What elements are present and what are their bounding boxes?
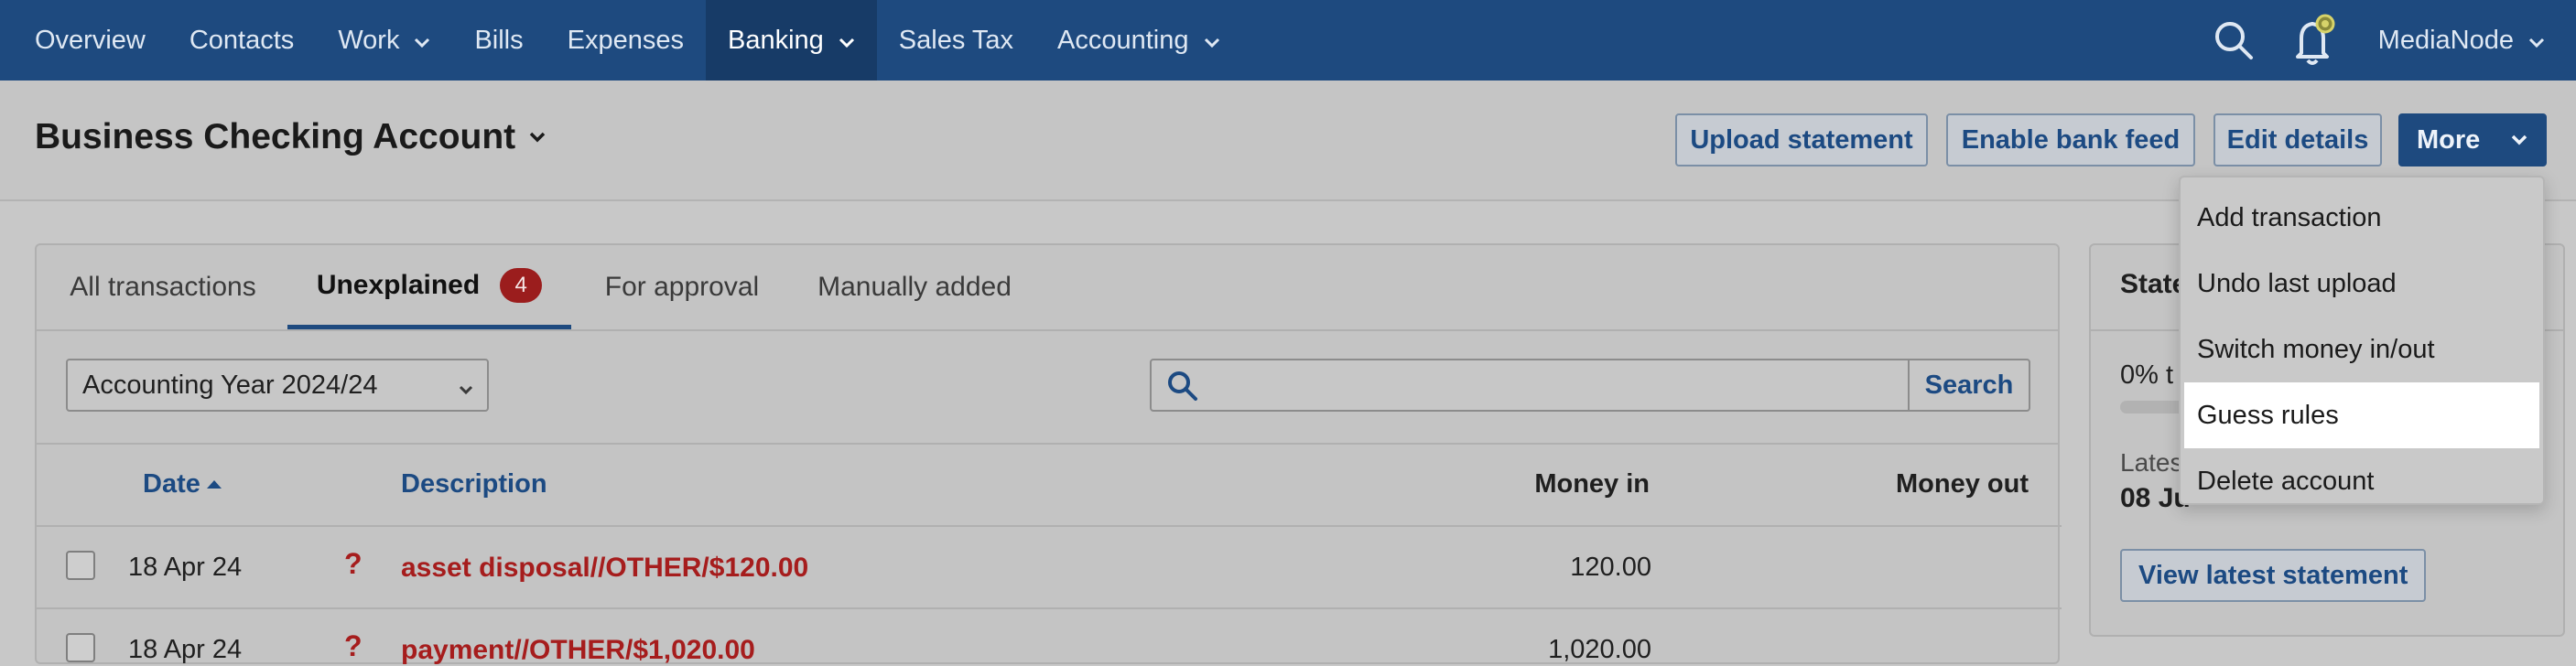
- bell-icon[interactable]: [2285, 11, 2343, 70]
- menu-add-transaction[interactable]: Add transaction: [2184, 185, 2539, 251]
- table-header: Date Description Money in Money out: [37, 443, 2058, 525]
- nav-right: MediaNode: [2204, 0, 2576, 81]
- nav-bills[interactable]: Bills: [452, 0, 545, 81]
- menu-undo-last-upload[interactable]: Undo last upload: [2184, 251, 2539, 317]
- row-divider: [37, 607, 2062, 609]
- nav-banking[interactable]: Banking: [705, 0, 877, 81]
- nav-expenses-label: Expenses: [567, 25, 684, 55]
- chevron-down-icon: [414, 26, 430, 56]
- upload-statement-button[interactable]: Upload statement: [1675, 113, 1928, 166]
- view-latest-statement-button[interactable]: View latest statement: [2120, 549, 2427, 602]
- top-nav: Overview Contacts Work Bills Expenses Ba…: [0, 0, 2576, 81]
- tab-manually-added[interactable]: Manually added: [813, 245, 1016, 329]
- column-money-out: Money out: [1896, 443, 2029, 525]
- nav-banking-label: Banking: [727, 25, 824, 55]
- tab-bar: All transactions Unexplained 4 For appro…: [37, 245, 2058, 331]
- menu-undo-label: Undo last upload: [2197, 268, 2397, 298]
- chevron-down-icon: [2510, 134, 2528, 146]
- more-button[interactable]: More: [2398, 113, 2547, 166]
- tab-for-approval[interactable]: For approval: [599, 245, 765, 329]
- search-box: Search: [1150, 359, 2030, 412]
- edit-details-button[interactable]: Edit details: [2213, 113, 2382, 166]
- nav-overview[interactable]: Overview: [0, 0, 168, 81]
- row-description-link[interactable]: payment//OTHER/$1,020.00: [401, 635, 755, 666]
- nav-accounting[interactable]: Accounting: [1035, 0, 1242, 81]
- nav-accounting-label: Accounting: [1057, 25, 1189, 55]
- tab-unexplained[interactable]: Unexplained 4: [287, 245, 571, 329]
- menu-delete-account[interactable]: Delete account: [2184, 448, 2539, 514]
- search-icon: [1166, 370, 1199, 407]
- menu-switch-label: Switch money in/out: [2197, 334, 2435, 364]
- accounting-year-select[interactable]: Accounting Year 2024/24: [66, 359, 489, 412]
- menu-switch-money[interactable]: Switch money in/out: [2184, 317, 2539, 382]
- nav-sales-tax-label: Sales Tax: [898, 25, 1014, 55]
- enable-bank-feed-button[interactable]: Enable bank feed: [1946, 113, 2195, 166]
- more-dropdown-menu: Add transaction Undo last upload Switch …: [2179, 176, 2545, 505]
- search-input[interactable]: [1152, 360, 1908, 410]
- column-date[interactable]: Date: [143, 443, 222, 525]
- row-date: 18 Apr 24: [128, 553, 243, 582]
- transactions-card: All transactions Unexplained 4 For appro…: [35, 243, 2062, 664]
- menu-guess-rules-label: Guess rules: [2197, 400, 2339, 430]
- column-money-in-label: Money in: [1534, 468, 1650, 499]
- row-date: 18 Apr 24: [128, 635, 243, 664]
- unexplained-flag: ?: [344, 629, 363, 662]
- page-title: Business Checking Account: [35, 117, 516, 156]
- row-money-in: 120.00: [1570, 553, 1651, 582]
- row-checkbox[interactable]: [66, 633, 95, 662]
- search-icon[interactable]: [2204, 11, 2263, 70]
- nav-bills-label: Bills: [474, 25, 524, 55]
- search-button[interactable]: Search: [1908, 360, 2029, 410]
- column-date-label: Date: [143, 468, 200, 499]
- user-name: MediaNode: [2377, 25, 2514, 55]
- statement-progress-text: 0% t: [2120, 360, 2174, 390]
- row-checkbox[interactable]: [66, 551, 95, 580]
- nav-contacts-label: Contacts: [189, 25, 295, 55]
- column-description[interactable]: Description: [401, 443, 547, 525]
- tab-all-label: All transactions: [70, 272, 256, 302]
- tab-all-transactions[interactable]: All transactions: [66, 245, 260, 329]
- sort-up-icon: [206, 478, 222, 489]
- nav-work[interactable]: Work: [316, 0, 452, 81]
- column-money-out-label: Money out: [1896, 468, 2029, 499]
- chevron-down-icon: [528, 131, 547, 144]
- nav-contacts[interactable]: Contacts: [168, 0, 316, 81]
- chevron-down-icon: [839, 26, 855, 56]
- unexplained-flag: ?: [344, 547, 363, 580]
- chevron-down-icon: [1204, 26, 1220, 56]
- nav-overview-label: Overview: [35, 25, 146, 55]
- chevron-down-icon: [458, 377, 474, 407]
- menu-add-transaction-label: Add transaction: [2197, 202, 2382, 232]
- more-button-label: More: [2417, 124, 2481, 155]
- account-title[interactable]: Business Checking Account: [35, 117, 547, 157]
- nav-expenses[interactable]: Expenses: [546, 0, 706, 81]
- nav-work-label: Work: [338, 25, 400, 55]
- column-money-in: Money in: [1534, 443, 1650, 525]
- accounting-year-value: Accounting Year 2024/24: [82, 370, 378, 400]
- chevron-down-icon: [2528, 26, 2545, 56]
- latest-statement-label: Lates: [2120, 448, 2183, 477]
- tab-unexplained-label: Unexplained: [316, 269, 481, 300]
- column-description-label: Description: [401, 468, 547, 499]
- menu-guess-rules[interactable]: Guess rules: [2184, 382, 2539, 448]
- row-money-in: 1,020.00: [1548, 635, 1651, 664]
- row-description-link[interactable]: asset disposal//OTHER/$120.00: [401, 553, 808, 584]
- unexplained-count-badge: 4: [500, 267, 543, 303]
- nav-sales-tax[interactable]: Sales Tax: [877, 0, 1035, 81]
- tab-approval-label: For approval: [604, 272, 760, 302]
- tab-manual-label: Manually added: [817, 272, 1012, 302]
- user-menu[interactable]: MediaNode: [2365, 26, 2576, 56]
- menu-delete-label: Delete account: [2197, 466, 2375, 496]
- row-divider: [37, 525, 2062, 527]
- statement-card-title: State: [2120, 269, 2188, 299]
